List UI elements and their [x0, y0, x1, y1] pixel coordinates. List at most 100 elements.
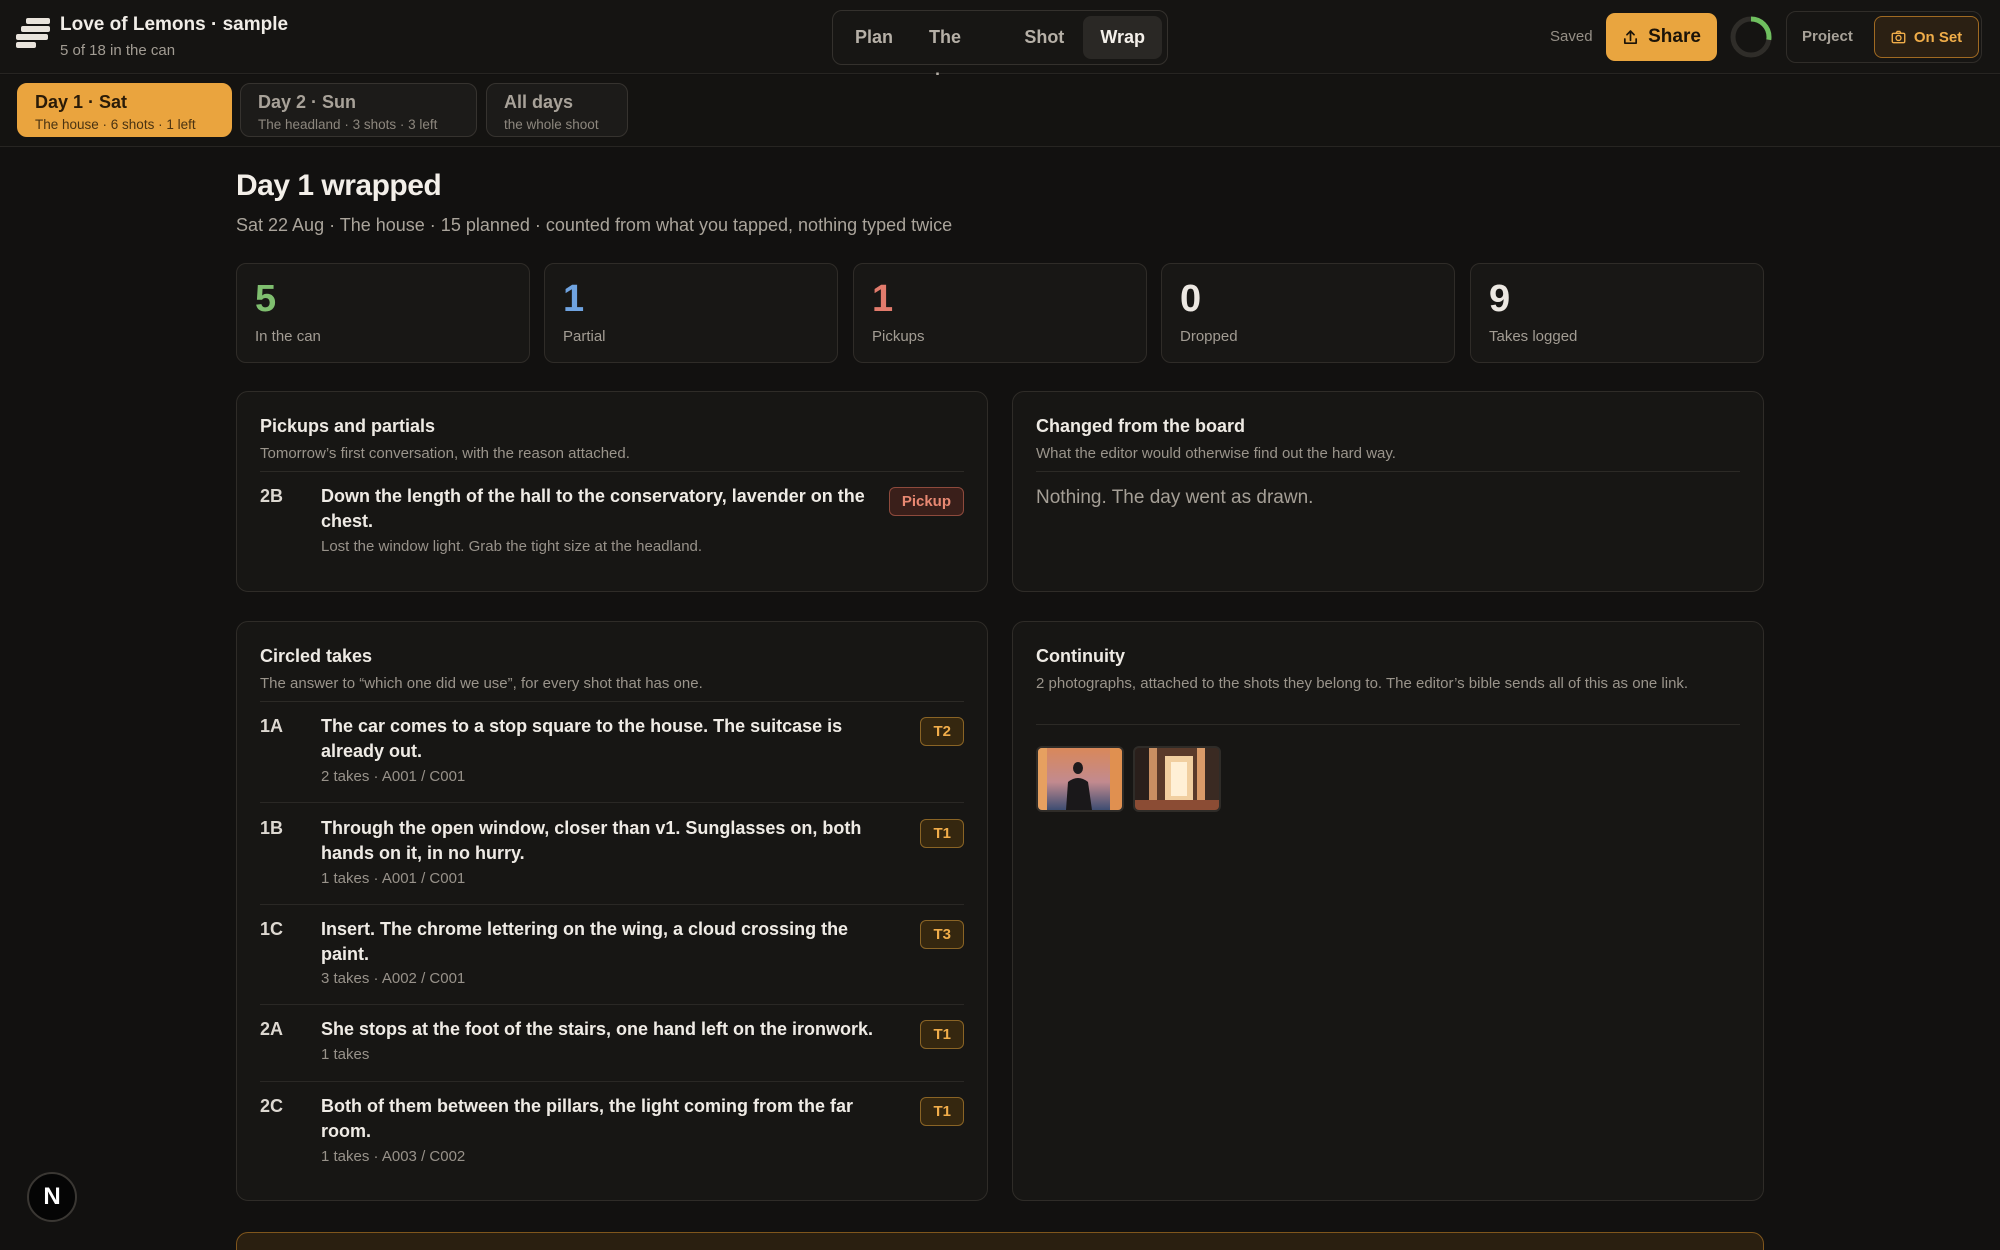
shot-code: 2A — [260, 1019, 284, 1039]
card-title: Circled takes — [260, 646, 373, 666]
stat-partial: 1 Partial — [544, 263, 838, 363]
take-row[interactable]: 1C Insert. The chrome lettering on the w… — [260, 915, 964, 995]
stat-value: 1 — [563, 278, 585, 320]
stat-value: 0 — [1180, 278, 1202, 320]
take-meta: 3 takes · A002 / C001 — [321, 970, 466, 987]
day-tab-title: Day 2 · Sun — [258, 92, 357, 112]
take-badge: T3 — [920, 920, 964, 949]
day-tab-title: All days — [504, 92, 574, 112]
page-subtitle: Sat 22 Aug · The house · 15 planned · co… — [236, 215, 953, 235]
continuity-photo[interactable] — [1133, 746, 1221, 812]
card-subtitle: What the editor would otherwise find out… — [1036, 445, 1396, 462]
stat-label: In the can — [255, 328, 321, 345]
stat-label: Partial — [563, 328, 606, 345]
take-row[interactable]: 2A She stops at the foot of the stairs, … — [260, 1015, 964, 1075]
day-tab-sub: The house · 6 shots · 1 left — [35, 117, 196, 132]
shot-code: 2B — [260, 486, 284, 506]
bottom-panel-edge — [236, 1232, 1764, 1250]
stat-in-the-can: 5 In the can — [236, 263, 530, 363]
mode-toggle: Project On Set — [1786, 11, 1982, 63]
day-tab-sub: The headland · 3 shots · 3 left — [258, 117, 438, 132]
tab-shot[interactable]: Shot — [1007, 16, 1081, 59]
day-tab-title: Day 1 · Sat — [35, 92, 128, 112]
day-tab-sub: the whole shoot — [504, 117, 599, 132]
circled-takes-card: Circled takes The answer to “which one d… — [236, 621, 988, 1201]
shot-description: The car comes to a stop square to the ho… — [321, 716, 843, 761]
shot-description: Through the open window, closer than v1.… — [321, 818, 862, 863]
shot-description: Down the length of the hall to the conse… — [321, 486, 865, 531]
continuity-card: Continuity 2 photographs, attached to th… — [1012, 621, 1764, 1201]
card-title: Continuity — [1036, 646, 1125, 666]
pickup-reason: Lost the window light. Grab the tight si… — [321, 538, 703, 555]
divider — [260, 1081, 964, 1082]
app-logo-icon — [16, 18, 50, 48]
take-meta: 2 takes · A001 / C001 — [321, 768, 466, 785]
day-tab-2[interactable]: Day 2 · Sun The headland · 3 shots · 3 l… — [240, 83, 477, 137]
tab-plan[interactable]: Plan — [838, 16, 910, 59]
continuity-photo[interactable] — [1036, 746, 1124, 812]
stat-value: 9 — [1489, 278, 1511, 320]
shot-code: 1B — [260, 818, 284, 838]
share-icon — [1624, 29, 1638, 44]
empty-message: Nothing. The day went as drawn. — [1036, 487, 1314, 508]
take-meta: 1 takes · A001 / C001 — [321, 870, 466, 887]
card-subtitle: 2 photographs, attached to the shots the… — [1036, 675, 1689, 692]
divider — [260, 471, 964, 472]
card-title: Pickups and partials — [260, 416, 436, 436]
mode-onset-button[interactable]: On Set — [1874, 16, 1979, 58]
divider — [260, 1004, 964, 1005]
stat-pickups: 1 Pickups — [853, 263, 1147, 363]
pickups-card: Pickups and partials Tomorrow’s first co… — [236, 391, 988, 592]
tab-wrap[interactable]: Wrap — [1083, 16, 1162, 59]
onset-label: On Set — [1913, 28, 1963, 46]
divider — [260, 904, 964, 905]
day-tabs: Day 1 · Sat The house · 6 shots · 1 left… — [0, 75, 2000, 147]
photo-thumbnail — [1038, 748, 1122, 810]
take-meta: 1 takes · A003 / C002 — [321, 1148, 466, 1165]
view-switcher: Plan The day Shot Wrap — [832, 10, 1168, 90]
take-row[interactable]: 1B Through the open window, closer than … — [260, 814, 964, 894]
divider — [260, 802, 964, 803]
stat-dropped: 0 Dropped — [1161, 263, 1455, 363]
share-button[interactable]: Share — [1606, 13, 1717, 61]
take-row[interactable]: 2C Both of them between the pillars, the… — [260, 1092, 964, 1172]
project-title: Love of Lemons · sample — [60, 14, 289, 35]
stat-label: Dropped — [1180, 328, 1238, 345]
shot-code: 1A — [260, 716, 284, 736]
divider — [1036, 471, 1740, 472]
dev-tools-button[interactable]: N — [27, 1172, 77, 1222]
shot-code: 2C — [260, 1096, 284, 1116]
divider — [1036, 724, 1740, 725]
card-subtitle: Tomorrow’s first conversation, with the … — [260, 445, 630, 462]
shot-description: Insert. The chrome lettering on the wing… — [321, 919, 849, 964]
project-progress: 5 of 18 in the can — [60, 42, 176, 59]
pickup-row[interactable]: 2B Down the length of the hall to the co… — [260, 482, 964, 562]
photo-thumbnail — [1135, 748, 1219, 810]
divider — [260, 701, 964, 702]
take-badge: T1 — [920, 1020, 964, 1049]
card-subtitle: The answer to “which one did we use”, fo… — [260, 675, 703, 692]
progress-ring-icon — [1730, 16, 1772, 58]
stat-label: Takes logged — [1489, 328, 1578, 345]
take-row[interactable]: 1A The car comes to a stop square to the… — [260, 712, 964, 792]
camera-icon — [1891, 30, 1906, 44]
status-badge: Pickup — [888, 487, 964, 516]
card-title: Changed from the board — [1036, 416, 1246, 436]
share-label: Share — [1648, 26, 1701, 47]
tab-the-day[interactable]: The day — [912, 16, 1005, 90]
shot-code: 1C — [260, 919, 284, 939]
shot-description: Both of them between the pillars, the li… — [321, 1096, 854, 1141]
save-status: Saved — [1550, 28, 1593, 45]
take-badge: T1 — [920, 1097, 964, 1126]
day-tab-1[interactable]: Day 1 · Sat The house · 6 shots · 1 left — [17, 83, 232, 137]
shot-description: She stops at the foot of the stairs, one… — [321, 1019, 874, 1039]
mode-project-button[interactable]: Project — [1802, 28, 1853, 45]
stat-takes-logged: 9 Takes logged — [1470, 263, 1764, 363]
stat-value: 5 — [255, 278, 277, 320]
day-tab-all[interactable]: All days the whole shoot — [486, 83, 628, 137]
page-title: Day 1 wrapped — [236, 169, 442, 202]
stat-value: 1 — [872, 278, 894, 320]
take-badge: T2 — [920, 717, 964, 746]
stat-label: Pickups — [872, 328, 925, 345]
take-meta: 1 takes — [321, 1046, 370, 1063]
